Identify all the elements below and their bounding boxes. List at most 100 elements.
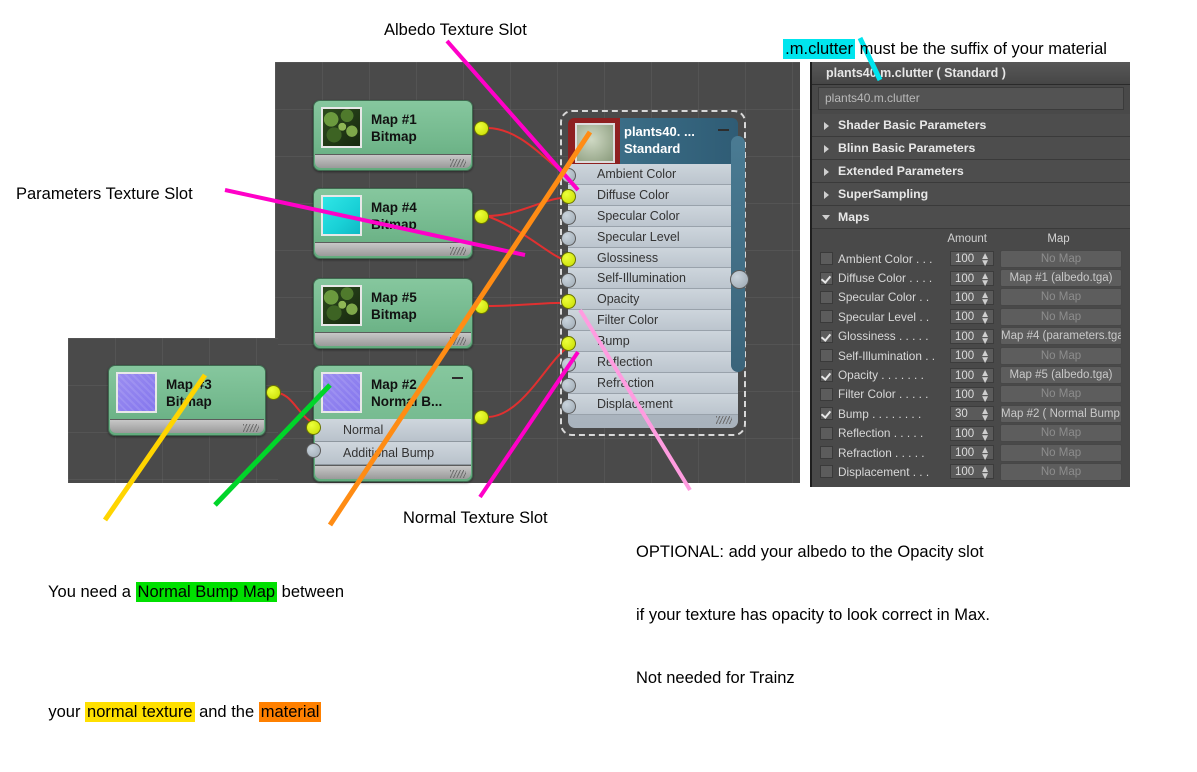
map-checkbox[interactable] [820,407,833,421]
map-slot-button[interactable]: Map #2 ( Normal Bump ) [1000,404,1122,423]
node-standard-material[interactable]: plants40. ... Standard Ambient Color Dif… [560,110,749,436]
resize-grip-icon[interactable] [716,415,732,424]
resize-grip-icon[interactable] [450,159,466,167]
map-amount-spinner[interactable]: 30 ▲ ▼ [950,406,994,424]
map-amount-spinner[interactable]: 100 ▲ ▼ [950,386,994,404]
std-slot-diffuse-color[interactable]: Diffuse Color [568,184,738,206]
input-port-bump[interactable] [561,336,576,351]
map-slot-button[interactable]: No Map [1000,288,1122,307]
map-slot-button[interactable]: No Map [1000,385,1122,404]
spinner-arrows-icon[interactable]: ▲ ▼ [980,446,990,463]
map-amount-spinner[interactable]: 100 ▲ ▼ [950,328,994,346]
spinner-arrows-icon[interactable]: ▲ ▼ [980,252,990,269]
map-slot-button[interactable]: Map #4 (parameters.tga) [1000,327,1122,346]
resize-grip-icon[interactable] [450,470,466,478]
input-port-self-illumination[interactable] [561,273,576,288]
std-slot-glossiness[interactable]: Glossiness [568,247,738,269]
node-map-1[interactable]: Map #1 Bitmap [313,100,489,171]
map-checkbox[interactable] [820,368,833,382]
map-amount-spinner[interactable]: 100 ▲ ▼ [950,464,994,482]
std-slot-self-illumination[interactable]: Self-Illumination [568,268,738,290]
spinner-arrows-icon[interactable]: ▲ ▼ [980,407,990,424]
input-port-additional-bump[interactable] [306,443,321,458]
map-checkbox[interactable] [820,290,833,304]
map-checkbox[interactable] [820,446,833,460]
map-amount-spinner[interactable]: 100 ▲ ▼ [950,289,994,307]
input-port-refraction[interactable] [561,378,576,393]
map-amount-spinner[interactable]: 100 ▲ ▼ [950,270,994,288]
map-slot-button[interactable]: No Map [1000,307,1122,326]
map-checkbox[interactable] [820,252,833,266]
standard-node-header[interactable]: plants40. ... Standard [568,118,738,164]
map-slot-button[interactable]: No Map [1000,346,1122,365]
spinner-arrows-icon[interactable]: ▲ ▼ [980,271,990,288]
map-amount-spinner[interactable]: 100 ▲ ▼ [950,425,994,443]
resize-grip-icon[interactable] [243,424,259,432]
rollout-extended-parameters[interactable]: Extended Parameters [812,160,1130,183]
output-port-map-4[interactable] [474,209,489,224]
map-amount-spinner[interactable]: 100 ▲ ▼ [950,251,994,269]
resize-grip-icon[interactable] [450,247,466,255]
map-checkbox[interactable] [820,329,833,343]
map-checkbox[interactable] [820,387,833,401]
collapse-icon[interactable] [718,129,729,131]
std-slot-specular-level[interactable]: Specular Level [568,226,738,248]
spinner-arrows-icon[interactable]: ▲ ▼ [980,349,990,366]
input-port-opacity[interactable] [561,294,576,309]
output-port-map-1[interactable] [474,121,489,136]
map-amount-spinner[interactable]: 100 ▲ ▼ [950,445,994,463]
node-map-4[interactable]: Map #4 Bitmap [313,188,489,259]
spinner-arrows-icon[interactable]: ▲ ▼ [980,426,990,443]
material-editor-panel[interactable]: plants40.m.clutter ( Standard ) plants40… [810,62,1130,487]
material-name-field[interactable]: plants40.m.clutter [818,87,1124,110]
standard-node-output-port[interactable] [730,270,749,289]
map-slot-button[interactable]: No Map [1000,462,1122,481]
map-checkbox[interactable] [820,465,833,479]
output-port-map-2[interactable] [474,410,489,425]
rollout-maps[interactable]: Maps [812,206,1130,229]
map-slot-button[interactable]: No Map [1000,443,1122,462]
node-slot-additional-bump[interactable]: Additional Bump [315,442,471,465]
spinner-arrows-icon[interactable]: ▲ ▼ [980,368,990,385]
output-port-map-5[interactable] [474,299,489,314]
std-slot-refraction[interactable]: Refraction [568,372,738,394]
rollout-blinn-basic-parameters[interactable]: Blinn Basic Parameters [812,137,1130,160]
node-map-2-normal-bump[interactable]: Map #2 Normal B... Normal Additional Bum… [306,365,489,482]
map-slot-button[interactable]: No Map [1000,424,1122,443]
resize-grip-icon[interactable] [450,337,466,345]
map-amount-spinner[interactable]: 100 ▲ ▼ [950,367,994,385]
input-port-specular-level[interactable] [561,231,576,246]
std-slot-filter-color[interactable]: Filter Color [568,310,738,332]
rollout-supersampling[interactable]: SuperSampling [812,183,1130,206]
input-port-ambient-color[interactable] [561,168,576,183]
map-checkbox[interactable] [820,426,833,440]
map-slot-button[interactable]: Map #5 (albedo.tga) [1000,366,1122,385]
collapse-icon[interactable] [452,377,463,379]
map-slot-button[interactable]: No Map [1000,249,1122,268]
input-port-displacement[interactable] [561,399,576,414]
std-slot-specular-color[interactable]: Specular Color [568,205,738,227]
map-amount-spinner[interactable]: 100 ▲ ▼ [950,348,994,366]
map-checkbox[interactable] [820,349,833,363]
map-checkbox[interactable] [820,271,833,285]
node-map-3[interactable]: Map #3 Bitmap [108,365,281,436]
std-slot-ambient-color[interactable]: Ambient Color [568,164,738,185]
map-checkbox[interactable] [820,310,833,324]
node-slot-normal[interactable]: Normal [315,419,471,442]
spinner-arrows-icon[interactable]: ▲ ▼ [980,387,990,404]
input-port-reflection[interactable] [561,357,576,372]
map-amount-spinner[interactable]: 100 ▲ ▼ [950,309,994,327]
rollout-shader-basic-parameters[interactable]: Shader Basic Parameters [812,114,1130,137]
input-port-glossiness[interactable] [561,252,576,267]
spinner-arrows-icon[interactable]: ▲ ▼ [980,310,990,327]
std-slot-bump[interactable]: Bump [568,331,738,353]
node-map-5[interactable]: Map #5 Bitmap [313,278,489,349]
input-port-filter-color[interactable] [561,315,576,330]
std-slot-reflection[interactable]: Reflection [568,352,738,373]
std-slot-opacity[interactable]: Opacity [568,289,738,311]
input-port-specular-color[interactable] [561,210,576,225]
input-port-normal[interactable] [306,420,321,435]
spinner-arrows-icon[interactable]: ▲ ▼ [980,290,990,307]
output-port-map-3[interactable] [266,385,281,400]
spinner-arrows-icon[interactable]: ▲ ▼ [980,465,990,482]
